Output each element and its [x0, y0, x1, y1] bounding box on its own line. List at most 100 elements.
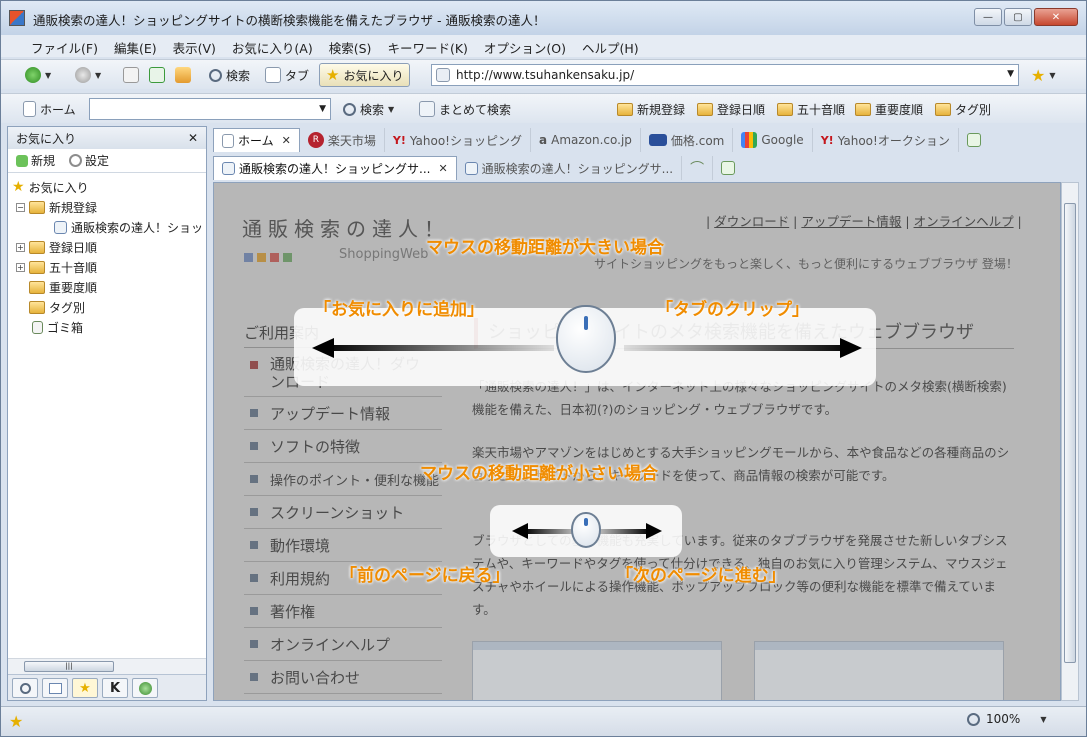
sidebar-new-label: 新規 — [31, 154, 56, 168]
new-tab-icon — [966, 133, 981, 147]
search-dropdown-icon[interactable]: ▼ — [388, 105, 394, 114]
sidebar-settings-button[interactable]: 設定 — [69, 152, 109, 169]
tab-kakaku[interactable]: 価格.com — [641, 128, 734, 152]
tab-second-page[interactable]: 通販検索の達人！ショッピングサ... — [457, 156, 683, 180]
keyword-tag-button[interactable]: タグ別 — [935, 98, 991, 120]
tab-home[interactable]: ホーム ✕ — [213, 128, 300, 152]
scrollbar-thumb[interactable] — [1064, 203, 1076, 663]
menu-favorites[interactable]: お気に入り(A) — [224, 35, 321, 57]
tree-item-label: 重要度順 — [49, 280, 98, 295]
forward-dropdown-icon[interactable]: ▼ — [95, 71, 101, 80]
menu-search[interactable]: 検索(S) — [321, 35, 380, 57]
menu-file[interactable]: ファイル(F) — [23, 35, 106, 57]
tab-current-page[interactable]: 通販検索の達人！ショッピングサ... ✕ — [213, 156, 457, 180]
reload-button[interactable] — [149, 64, 165, 86]
collapse-icon[interactable]: − — [16, 202, 25, 212]
home-link-button[interactable]: ホーム — [23, 98, 76, 120]
folder-icon — [855, 102, 871, 116]
menu-keyword[interactable]: キーワード(K) — [379, 35, 475, 57]
tab-rakuten[interactable]: R 楽天市場 — [300, 128, 385, 152]
tree-item-date[interactable]: + 登録日順 — [8, 237, 206, 257]
sidebar-keyword-tab[interactable]: K — [102, 678, 128, 698]
expand-icon[interactable]: + — [16, 262, 25, 272]
stop-button[interactable] — [123, 64, 139, 86]
sidebar-close-button[interactable]: ✕ — [188, 131, 198, 145]
keyword-input[interactable]: ▼ — [89, 98, 331, 120]
back-button[interactable]: ▼ — [25, 64, 51, 86]
zoom-control[interactable]: 100% ▼ — [967, 712, 1046, 726]
search-button[interactable]: 検索 ▼ — [343, 98, 394, 120]
address-bar[interactable]: http://www.tsuhankensaku.jp/ ▼ — [431, 64, 1019, 86]
tab-icon — [265, 67, 281, 83]
sidebar-tab-tab[interactable] — [42, 678, 68, 698]
star-icon[interactable]: ★ — [9, 712, 23, 731]
star-icon: ★ — [326, 66, 340, 84]
menu-help[interactable]: ヘルプ(H) — [574, 35, 647, 57]
mouse-icon-small — [571, 512, 601, 548]
new-tab-button[interactable] — [959, 128, 989, 152]
short-right-arrow-icon — [646, 523, 662, 539]
tab-google[interactable]: Google — [733, 128, 813, 152]
stop-icon — [123, 67, 139, 83]
address-dropdown-icon[interactable]: ▼ — [1007, 69, 1014, 79]
tab-close-icon[interactable]: ✕ — [282, 134, 291, 147]
web-content[interactable]: 通販検索の達人！ ShoppingWeb | ダウンロード | アップデート情報… — [213, 182, 1061, 701]
amazon-icon: a — [539, 133, 548, 147]
page-vertical-scrollbar[interactable] — [1061, 182, 1079, 701]
keyword-date-button[interactable]: 登録日順 — [697, 98, 765, 120]
sidebar-horizontal-scrollbar[interactable]: ||| — [8, 658, 206, 674]
tree-item-trash[interactable]: ゴミ箱 — [8, 317, 206, 337]
forward-button[interactable]: ▼ — [75, 64, 101, 86]
scrollbar-thumb[interactable]: ||| — [24, 661, 114, 672]
sidebar-mode-tabs: ★ K — [8, 674, 206, 700]
address-text[interactable]: http://www.tsuhankensaku.jp/ — [456, 68, 634, 82]
keyword-kana-button[interactable]: 五十音順 — [777, 98, 845, 120]
tree-item-bookmark[interactable]: 通販検索の達人！ショッ — [8, 217, 206, 237]
tab-close-icon[interactable]: ✕ — [438, 162, 447, 175]
menu-edit[interactable]: 編集(E) — [106, 35, 165, 57]
yahoo-icon: Y! — [820, 133, 834, 147]
tab-bar-top: ホーム ✕ R 楽天市場 Y! Yahoo!ショッピング a Amazon.co… — [213, 128, 989, 152]
tab-toggle-button[interactable]: タブ — [265, 64, 309, 86]
back-dropdown-icon[interactable]: ▼ — [45, 71, 51, 80]
right-arrow-shaft — [624, 345, 854, 351]
folder-icon — [29, 280, 45, 294]
tab-clip-button[interactable]: ⌒ — [682, 156, 714, 180]
search-toggle-button[interactable]: 検索 — [209, 64, 250, 86]
new-tab-icon — [721, 161, 736, 175]
minimize-button[interactable]: — — [974, 8, 1002, 26]
home-button[interactable] — [175, 64, 191, 86]
plus-icon — [16, 154, 28, 167]
menu-options[interactable]: オプション(O) — [476, 35, 574, 57]
search-icon — [19, 682, 31, 694]
keyword-new-button[interactable]: 新規登録 — [617, 98, 685, 120]
favorites-toggle-button[interactable]: ★ お気に入り — [319, 63, 411, 87]
tree-item-new[interactable]: − 新規登録 — [8, 197, 206, 217]
add-favorite-button[interactable]: ★ ▼ — [1031, 64, 1056, 86]
tab-amazon[interactable]: a Amazon.co.jp — [531, 128, 641, 152]
expand-icon[interactable]: + — [16, 242, 25, 252]
tab-yahoo-auction[interactable]: Y! Yahoo!オークション — [813, 128, 959, 152]
close-button[interactable]: ✕ — [1034, 8, 1078, 26]
keyword-importance-button[interactable]: 重要度順 — [855, 98, 923, 120]
maximize-button[interactable]: ▢ — [1004, 8, 1032, 26]
zoom-dropdown-icon[interactable]: ▼ — [1040, 715, 1046, 724]
tree-item-root[interactable]: ★ お気に入り — [8, 177, 206, 197]
new-tab-button-2[interactable] — [713, 156, 743, 180]
tree-item-importance[interactable]: 重要度順 — [8, 277, 206, 297]
menu-view[interactable]: 表示(V) — [165, 35, 224, 57]
page-icon — [222, 133, 234, 148]
search-label: 検索 — [360, 102, 385, 117]
history-icon — [138, 681, 152, 695]
add-favorite-dropdown-icon[interactable]: ▼ — [1049, 71, 1055, 80]
tree-item-tag[interactable]: タグ別 — [8, 297, 206, 317]
sidebar-new-button[interactable]: 新規 — [16, 152, 55, 169]
tree-item-kana[interactable]: + 五十音順 — [8, 257, 206, 277]
sidebar-search-tab[interactable] — [12, 678, 38, 698]
tab-toggle-label: タブ — [285, 68, 310, 83]
batch-search-button[interactable]: まとめて検索 — [419, 98, 511, 120]
sidebar-history-tab[interactable] — [132, 678, 158, 698]
sidebar-favorites-tab[interactable]: ★ — [72, 678, 98, 698]
tab-yahoo-shopping[interactable]: Y! Yahoo!ショッピング — [385, 128, 531, 152]
keyword-dropdown-icon[interactable]: ▼ — [319, 104, 326, 114]
